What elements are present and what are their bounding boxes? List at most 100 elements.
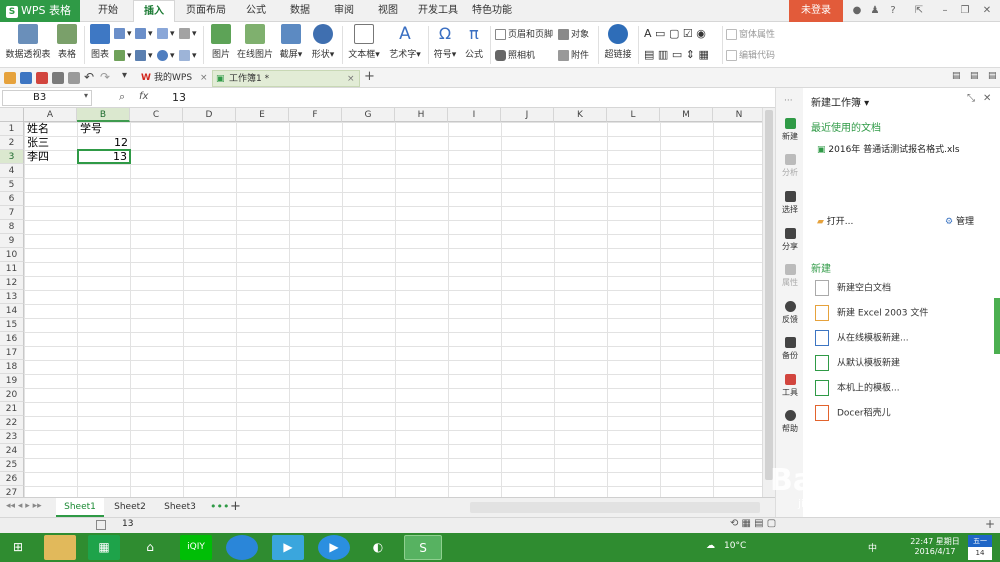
bar-chart-dropdown[interactable]: ▾ (135, 28, 153, 39)
doc-tab-workbook1[interactable]: ▣ 工作簿1 * × (212, 70, 360, 87)
tool-share[interactable]: 分享 (776, 228, 804, 252)
video-player-icon[interactable]: ▶ (318, 535, 350, 560)
tab-insert[interactable]: 插入 (133, 0, 175, 23)
weather-icon[interactable]: ☁ (706, 541, 715, 551)
help-icon[interactable]: ? (886, 4, 900, 18)
tool-select[interactable]: 选择 (776, 191, 804, 215)
tool-new[interactable]: 新建 (776, 118, 804, 142)
scrollbar-thumb[interactable] (765, 110, 773, 480)
picture-button[interactable]: 图片 (207, 24, 235, 60)
shirt-icon[interactable]: ♟ (868, 4, 882, 18)
tab-close-icon[interactable]: × (347, 71, 355, 88)
pie-chart-dropdown[interactable]: ▾ (157, 50, 175, 61)
pane-title-dropdown[interactable]: 新建工作簿 ▾ (811, 94, 869, 109)
column-chart-dropdown[interactable]: ▾ (114, 28, 132, 39)
tool-analyze[interactable]: 分析 (776, 154, 804, 178)
pane-close-icon[interactable]: ✕ (983, 93, 991, 104)
tab-review[interactable]: 审阅 (324, 0, 364, 22)
textbox-button[interactable]: 文本框▾ (346, 24, 382, 60)
vertical-scrollbar[interactable] (762, 108, 775, 497)
scatter-chart-dropdown[interactable]: ▾ (179, 50, 197, 61)
local-templates[interactable]: 本机上的模板... (815, 380, 900, 396)
minimize-icon[interactable]: – (938, 4, 952, 18)
doc-view-icon[interactable]: ▤ (952, 71, 961, 81)
screenshot-button[interactable]: 截屏▾ (277, 24, 305, 60)
form-controls-row-2[interactable]: ▤ ▥ ▭ ⇕ ▦ (644, 48, 709, 61)
cell-a3[interactable]: 李四 (25, 150, 51, 164)
cell-a2[interactable]: 张三 (25, 136, 51, 150)
pane-dock-icon[interactable]: ⤡ (967, 93, 975, 104)
open-button[interactable]: ▰ 打开... (817, 214, 853, 227)
area-chart-dropdown[interactable]: ▾ (114, 50, 132, 61)
wps-logo-menu[interactable]: SWPS 表格 ▾ (0, 0, 80, 39)
object-button[interactable]: 对象 (558, 27, 589, 40)
cell-b3-selected[interactable]: 13 (77, 149, 131, 164)
calendar-widget[interactable]: 五一 14 (968, 535, 992, 560)
docer-link[interactable]: Docer稻壳儿 (815, 405, 891, 421)
manage-button[interactable]: ⚙ 管理 (945, 214, 974, 227)
doc-tab-my-wps[interactable]: W 我的WPS × (138, 70, 210, 87)
edit-code-button[interactable]: 编辑代码 (726, 48, 775, 61)
pane-expand-handle[interactable] (994, 298, 1000, 354)
horizontal-scrollbar[interactable] (470, 502, 760, 513)
qq-icon[interactable]: ◐ (362, 535, 394, 560)
form-controls-row-1[interactable]: A ▭ ▢ ☑ ◉ (644, 27, 706, 40)
tab-home[interactable]: 开始 (86, 0, 130, 22)
cell-a1[interactable]: 姓名 (25, 122, 51, 136)
file-explorer-icon[interactable] (44, 535, 76, 560)
tab-special[interactable]: 特色功能 (466, 0, 518, 22)
login-button[interactable]: 未登录 (789, 0, 843, 22)
cell-b1[interactable]: 学号 (78, 122, 104, 136)
more-sheets-icon[interactable]: ••• (210, 500, 229, 513)
tool-properties[interactable]: 属性 (776, 264, 804, 288)
new-excel-2003[interactable]: 新建 Excel 2003 文件 (815, 305, 928, 321)
tab-close-icon[interactable]: × (200, 70, 208, 87)
cell-b2[interactable]: 12 (78, 136, 130, 150)
tool-feedback[interactable]: 反馈 (776, 301, 804, 325)
attachment-button[interactable]: 附件 (558, 48, 589, 61)
tab-page-layout[interactable]: 页面布局 (180, 0, 232, 22)
recent-file-item[interactable]: ▣ 2016年 普通话测试报名格式.xls (817, 142, 960, 155)
sheet-tab-2[interactable]: Sheet2 (106, 498, 154, 517)
doc-more-icon[interactable]: ▤ (988, 71, 997, 81)
shapes-button[interactable]: 形状▾ (309, 24, 337, 60)
pane-menu-icon[interactable]: ··· (784, 96, 793, 106)
tool-backup[interactable]: 备份 (776, 337, 804, 361)
tab-data[interactable]: 数据 (280, 0, 320, 22)
fx-icon[interactable]: fx (139, 91, 148, 102)
star-chart-dropdown[interactable]: ▾ (179, 28, 197, 39)
store-icon[interactable]: ▦ (88, 535, 120, 560)
spreadsheet-grid[interactable]: ABCDEFGHIJKLMN 1 2 3 4 5 6 7 8 9 10 11 12 13 14 15 16 17… (0, 108, 762, 497)
clock[interactable]: 22:47 星期日 2016/4/17 (906, 536, 964, 556)
undo-icon[interactable]: ↶ (84, 70, 94, 84)
tab-developer[interactable]: 开发工具 (412, 0, 464, 22)
start-windows-icon[interactable]: ⊞ (2, 535, 34, 560)
restore-ribbon-icon[interactable]: ⇱ (912, 4, 926, 18)
media-player-icon[interactable]: ▶ (272, 535, 304, 560)
view-mode-icons[interactable]: ⟲ ▦ ▤ ▢ (730, 518, 776, 529)
wps-taskbar-icon[interactable]: S (404, 535, 442, 560)
add-sheet-icon[interactable]: + (230, 499, 241, 514)
customize-dropdown-icon[interactable]: ▾ (122, 70, 127, 81)
tab-formula[interactable]: 公式 (236, 0, 276, 22)
chart-button[interactable]: 图表 (88, 24, 112, 60)
pivot-table-button[interactable]: 数据透视表 (4, 24, 52, 60)
save-icon[interactable] (20, 72, 32, 84)
formula-input[interactable]: 13 (172, 91, 186, 104)
zoom-search-icon[interactable]: ⌕ (119, 90, 125, 104)
hyperlink-button[interactable]: 超链接 (602, 24, 634, 60)
new-from-default-template[interactable]: 从默认模板新建 (815, 355, 900, 371)
line-chart-dropdown[interactable]: ▾ (157, 28, 175, 39)
new-tab-icon[interactable]: + (364, 69, 375, 84)
tab-view[interactable]: 视图 (368, 0, 408, 22)
new-blank-doc[interactable]: 新建空白文档 (815, 280, 891, 296)
iqiyi-icon[interactable]: iQIY (180, 535, 212, 560)
zoom-in-icon[interactable]: + (985, 517, 995, 531)
sheet-tab-3[interactable]: Sheet3 (156, 498, 204, 517)
name-box-dropdown-icon[interactable]: ▾ (84, 91, 88, 100)
ime-indicator[interactable]: 中 (868, 541, 877, 554)
doc-list-icon[interactable]: ▤ (970, 71, 979, 81)
close-icon[interactable]: ✕ (980, 4, 994, 18)
wordart-button[interactable]: A 艺术字▾ (386, 24, 424, 60)
maximize-icon[interactable]: ❐ (958, 4, 972, 18)
